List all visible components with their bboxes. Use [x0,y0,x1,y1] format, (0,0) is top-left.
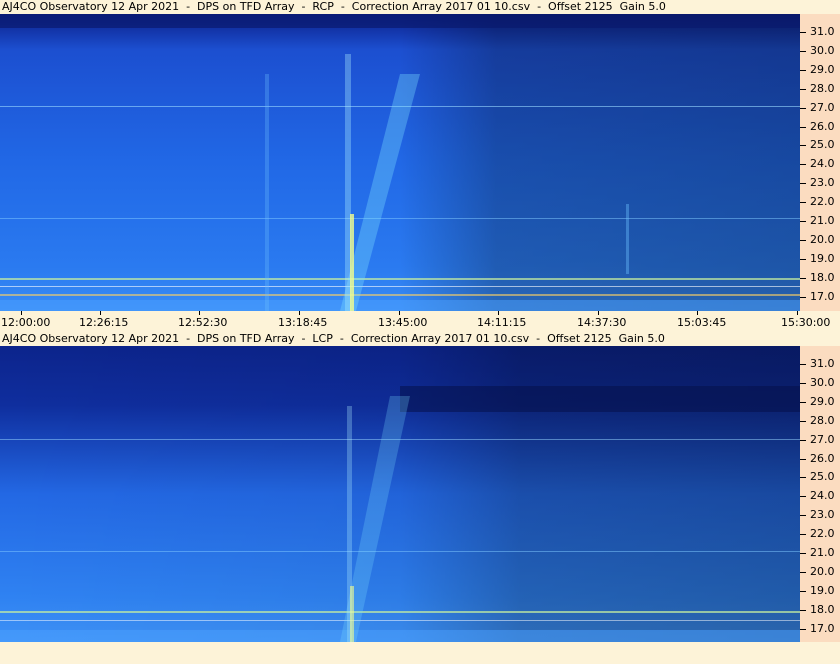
frequency-tick [800,609,806,611]
frequency-label: 27.0 [810,100,835,114]
frequency-label: 21.0 [810,214,835,227]
frequency-tick [800,126,806,128]
frequency-label: 28.0 [810,413,835,427]
frequency-tick [800,401,806,403]
time-tick [21,311,22,315]
frequency-label: 25.0 [810,138,835,152]
frequency-label: 28.0 [810,81,835,95]
frequency-tick [800,590,806,592]
time-tick [299,311,300,315]
frequency-tick [800,515,806,517]
time-label: 15:30:00 [781,316,831,329]
frequency-label: 21.0 [810,546,835,559]
time-tick [797,311,798,315]
frequency-label: 30.0 [810,43,835,57]
frequency-label: 25.0 [810,470,835,484]
frequency-tick [800,107,806,109]
frequency-label: 29.0 [810,62,835,76]
frequency-label: 31.0 [810,25,835,38]
lcp-spectrogram[interactable] [0,346,800,642]
frequency-tick [800,88,806,90]
frequency-tick [800,458,806,460]
frequency-label: 29.0 [810,394,835,408]
frequency-tick [800,32,806,33]
frequency-tick [800,364,806,365]
frequency-label: 19.0 [810,583,835,597]
frequency-tick [800,258,806,260]
frequency-label: 22.0 [810,527,835,541]
lcp-spectrogram-image [0,346,800,642]
frequency-tick [800,183,806,185]
frequency-label: 30.0 [810,375,835,389]
frequency-tick [800,496,806,498]
rcp-frequency-axis: 31.0 30.0 29.0 28.0 27.0 26.0 25.0 24.0 23.0 22.0… [800,14,840,311]
bottom-status-strip [0,642,840,664]
time-tick [199,311,200,315]
time-label: 13:45:00 [378,316,428,329]
frequency-label: 20.0 [810,564,835,578]
frequency-tick [800,534,806,536]
frequency-tick [800,202,806,204]
lcp-frequency-axis: 31.0 30.0 29.0 28.0 27.0 26.0 25.0 24.0 23.0 22.0… [800,346,840,642]
frequency-label: 19.0 [810,251,835,265]
frequency-label: 27.0 [810,432,835,446]
time-label: 14:11:15 [477,316,527,329]
frequency-tick [800,50,806,52]
time-label: 14:37:30 [577,316,627,329]
frequency-label: 24.0 [810,489,835,503]
lcp-panel-title: AJ4CO Observatory 12 Apr 2021 - DPS on T… [2,332,665,345]
frequency-label: 22.0 [810,195,835,209]
frequency-tick [800,164,806,166]
time-tick [100,311,101,315]
time-label: 15:03:45 [677,316,727,329]
time-axis: 12:00:00 12:26:15 12:52:30 13:18:45 13:4… [0,311,840,331]
frequency-label: 20.0 [810,232,835,246]
frequency-tick [800,439,806,441]
frequency-label: 17.0 [810,289,835,303]
time-label: 12:00:00 [1,316,51,329]
time-label: 12:26:15 [79,316,129,329]
frequency-tick [800,239,806,241]
frequency-tick [800,296,806,298]
frequency-label: 23.0 [810,508,835,522]
frequency-label: 17.0 [810,621,835,635]
rcp-spectrogram-image [0,14,800,311]
time-label: 13:18:45 [278,316,328,329]
frequency-label: 18.0 [810,270,835,284]
rcp-spectrogram[interactable] [0,14,800,311]
time-label: 12:52:30 [178,316,228,329]
frequency-tick [800,277,806,279]
frequency-tick [800,221,806,222]
frequency-tick [800,571,806,573]
frequency-label: 26.0 [810,451,835,465]
frequency-tick [800,477,806,479]
frequency-label: 31.0 [810,357,835,370]
frequency-tick [800,382,806,384]
time-tick [399,311,400,315]
frequency-tick [800,420,806,422]
time-tick [697,311,698,315]
rcp-panel-title: AJ4CO Observatory 12 Apr 2021 - DPS on T… [2,0,666,13]
frequency-tick [800,69,806,71]
frequency-label: 26.0 [810,119,835,133]
frequency-label: 23.0 [810,176,835,190]
frequency-tick [800,145,806,147]
time-tick [598,311,599,315]
time-tick [498,311,499,315]
frequency-tick [800,553,806,554]
frequency-label: 18.0 [810,602,835,616]
frequency-tick [800,628,806,630]
frequency-label: 24.0 [810,157,835,171]
